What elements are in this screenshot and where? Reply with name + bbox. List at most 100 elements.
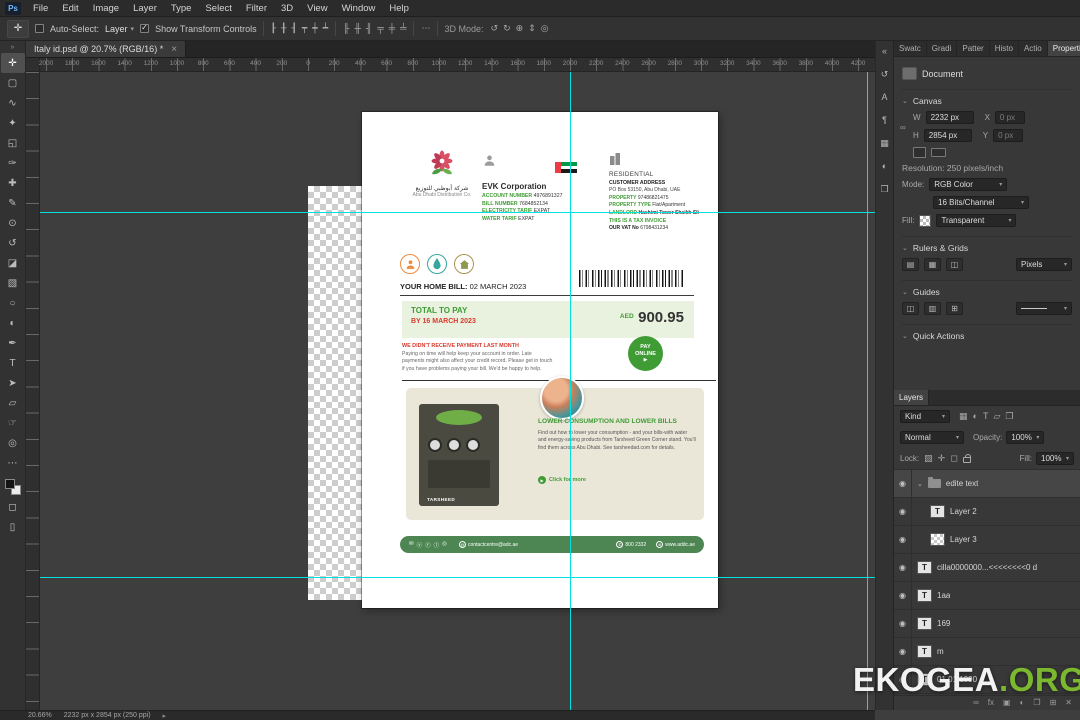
layer-visibility-icon[interactable]: ◉: [894, 497, 912, 526]
layer-filter-2-icon[interactable]: T: [982, 412, 990, 421]
marquee-tool[interactable]: ▢: [1, 73, 25, 93]
guide-horizontal[interactable]: [40, 212, 875, 213]
layers-action-0-icon[interactable]: ∞: [972, 699, 980, 707]
opacity-dropdown[interactable]: 100%: [1006, 431, 1045, 444]
canvas-y-field[interactable]: 0 px: [993, 129, 1024, 142]
bit-depth-dropdown[interactable]: 16 Bits/Channel: [933, 196, 1029, 209]
lock-all-icon[interactable]: [962, 454, 971, 463]
layer-filter-4-icon[interactable]: ❒: [1004, 412, 1014, 421]
current-tool-icon[interactable]: ✛: [7, 19, 29, 38]
clear-guides-button[interactable]: ⊞: [946, 302, 963, 315]
blend-mode-dropdown[interactable]: Normal: [900, 431, 964, 444]
menu-item-3d[interactable]: 3D: [274, 3, 300, 14]
guide-vertical[interactable]: [570, 72, 571, 710]
portrait-orientation-button[interactable]: [913, 147, 926, 158]
menu-item-edit[interactable]: Edit: [55, 3, 85, 14]
auto-select-target-dropdown[interactable]: Layer: [105, 24, 134, 34]
align-2-icon[interactable]: ┨: [290, 24, 297, 33]
history-brush-tool[interactable]: ↺: [1, 233, 25, 253]
canvas-width-field[interactable]: 2232 px: [925, 111, 974, 124]
group-expander-icon[interactable]: ⌄: [917, 480, 923, 488]
distribute-0-icon[interactable]: ╟: [342, 24, 350, 33]
panel-tab-gradi[interactable]: Gradi: [927, 41, 958, 56]
layers-action-4-icon[interactable]: ❒: [1032, 699, 1041, 707]
status-menu-arrow-icon[interactable]: ▸: [163, 712, 167, 720]
tab-layers[interactable]: Layers: [894, 390, 930, 405]
blur-tool[interactable]: ○: [1, 293, 25, 313]
landscape-orientation-button[interactable]: [931, 148, 946, 157]
lock-2-icon[interactable]: ◻: [949, 454, 958, 463]
panel-tab-properties[interactable]: Properties: [1047, 41, 1080, 56]
paragraph-icon[interactable]: ¶: [882, 116, 887, 125]
character-icon[interactable]: A: [881, 93, 887, 102]
more-options-icon[interactable]: ⋯: [420, 24, 431, 33]
panel-tab-patter[interactable]: Patter: [957, 41, 990, 56]
bill-document[interactable]: شركة أبوظبي للتوزيع Abu Dhabi Distributi…: [362, 112, 718, 608]
align-4-icon[interactable]: ┿: [311, 24, 318, 33]
close-tab-icon[interactable]: ×: [171, 44, 177, 55]
guide-vertical[interactable]: [867, 72, 868, 710]
menu-item-window[interactable]: Window: [335, 3, 383, 14]
layer-visibility-icon[interactable]: ◉: [894, 525, 912, 554]
layer-visibility-icon[interactable]: ◉: [894, 581, 912, 610]
toggle-snap-button[interactable]: ◫: [946, 258, 963, 271]
zoom-level[interactable]: 20.66%: [28, 712, 52, 719]
layers-action-1-icon[interactable]: fx: [987, 699, 995, 707]
fill-dropdown[interactable]: Transparent: [936, 214, 1017, 227]
canvas-x-field[interactable]: 0 px: [994, 111, 1025, 124]
align-5-icon[interactable]: ┷: [322, 24, 329, 33]
canvas-height-field[interactable]: 2854 px: [923, 129, 972, 142]
show-transform-checkbox[interactable]: [140, 23, 150, 33]
gradient-tool[interactable]: ▧: [1, 273, 25, 293]
panel-tab-actio[interactable]: Actio: [1019, 41, 1048, 56]
layer-row[interactable]: ◉ Layer 3: [894, 525, 1080, 554]
layer-filter-3-icon[interactable]: ▱: [992, 412, 1001, 421]
eraser-tool[interactable]: ◪: [1, 253, 25, 273]
layers-action-6-icon[interactable]: ✕: [1064, 699, 1073, 707]
menu-item-help[interactable]: Help: [382, 3, 416, 14]
auto-select-checkbox[interactable]: [35, 24, 44, 33]
align-3-icon[interactable]: ┯: [301, 24, 308, 33]
toolbar-collapse-icon[interactable]: »: [11, 43, 15, 53]
path-selection-tool[interactable]: ➤: [1, 373, 25, 393]
clone-stamp-tool[interactable]: ⊙: [1, 213, 25, 233]
panel-tab-swatc[interactable]: Swatc: [894, 41, 927, 56]
lock-0-icon[interactable]: ▨: [923, 454, 934, 463]
eyedropper-tool[interactable]: ✑: [1, 153, 25, 173]
click-for-more[interactable]: ▶ Click for more: [538, 476, 586, 484]
menu-item-view[interactable]: View: [300, 3, 334, 14]
lasso-tool[interactable]: ∿: [1, 93, 25, 113]
layer-filter-0-icon[interactable]: ▦: [958, 412, 969, 421]
distribute-4-icon[interactable]: ╪: [388, 24, 396, 33]
units-dropdown[interactable]: Pixels: [1016, 258, 1072, 271]
layer-visibility-icon[interactable]: ◉: [894, 470, 912, 498]
guide-horizontal[interactable]: [40, 577, 875, 578]
photoshop-logo-icon[interactable]: Ps: [5, 1, 21, 15]
vertical-ruler[interactable]: [26, 72, 40, 710]
shape-tool[interactable]: ▱: [1, 393, 25, 413]
layers-action-3-icon[interactable]: ◐: [1019, 699, 1026, 707]
mode-3d-0-icon[interactable]: ↺: [490, 24, 500, 33]
color-mode-dropdown[interactable]: RGB Color: [929, 178, 1008, 191]
distribute-3-icon[interactable]: ╤: [376, 24, 384, 33]
toggle-rulers-button[interactable]: ▤: [902, 258, 919, 271]
menu-item-layer[interactable]: Layer: [126, 3, 164, 14]
pay-online-button[interactable]: PAY ONLINE ▶: [628, 336, 663, 371]
history-icon[interactable]: ↺: [881, 70, 889, 79]
section-rulers-grids[interactable]: ⌄ Rulers & Grids: [902, 236, 1072, 253]
mode-3d-4-icon[interactable]: ◎: [540, 24, 550, 33]
layer-visibility-icon[interactable]: ◉: [894, 553, 912, 582]
distribute-1-icon[interactable]: ╫: [354, 24, 362, 33]
panel-tab-histo[interactable]: Histo: [990, 41, 1019, 56]
layer-visibility-icon[interactable]: ◉: [894, 609, 912, 638]
distribute-2-icon[interactable]: ╢: [365, 24, 373, 33]
foreground-color-swatch[interactable]: [4, 479, 15, 489]
libraries-icon[interactable]: ❒: [880, 185, 888, 194]
add-guide-button[interactable]: ◫: [902, 302, 919, 315]
move-tool[interactable]: ✛: [0, 53, 25, 73]
layers-action-5-icon[interactable]: ⊞: [1049, 699, 1058, 707]
menu-item-select[interactable]: Select: [198, 3, 238, 14]
menu-item-type[interactable]: Type: [164, 3, 199, 14]
quick-mask-tool[interactable]: ◻: [1, 497, 25, 517]
zoom-tool[interactable]: ◎: [1, 433, 25, 453]
